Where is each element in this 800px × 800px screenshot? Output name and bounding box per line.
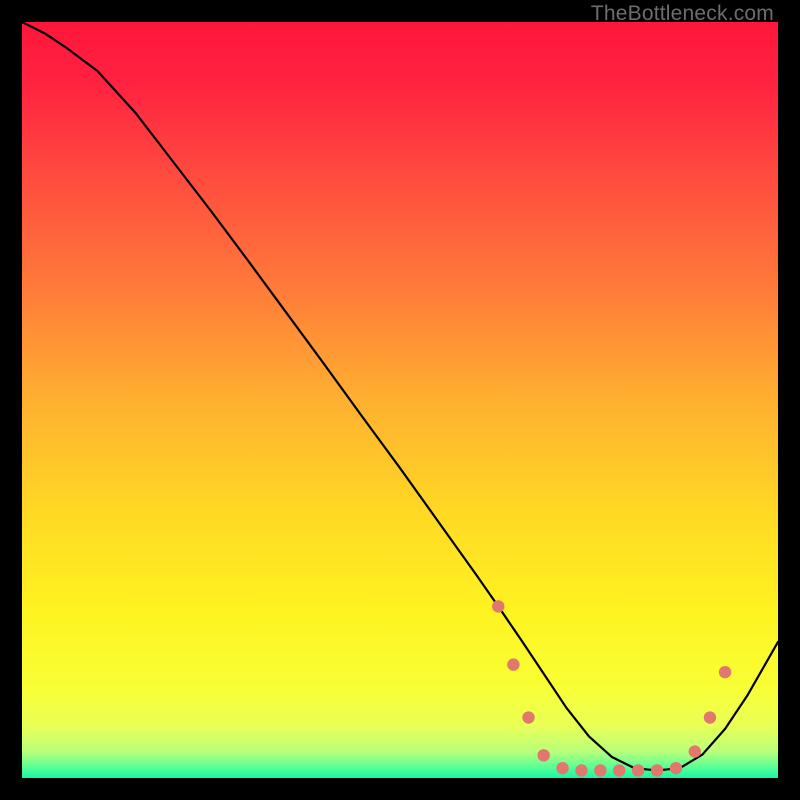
highlight-dot xyxy=(507,658,519,670)
highlight-dot xyxy=(651,764,663,776)
highlight-dot xyxy=(704,711,716,723)
highlight-dot xyxy=(575,764,587,776)
highlight-dot xyxy=(556,762,568,774)
highlight-dot xyxy=(689,745,701,757)
watermark-text: TheBottleneck.com xyxy=(591,2,774,26)
highlight-dot xyxy=(537,749,549,761)
chart-background xyxy=(22,22,778,778)
chart-frame xyxy=(22,22,778,778)
highlight-dot xyxy=(670,762,682,774)
highlight-dot xyxy=(594,764,606,776)
highlight-dot xyxy=(632,764,644,776)
highlight-dot xyxy=(522,711,534,723)
chart-svg xyxy=(22,22,778,778)
highlight-dot xyxy=(492,600,504,612)
highlight-dot xyxy=(719,666,731,678)
highlight-dot xyxy=(613,764,625,776)
